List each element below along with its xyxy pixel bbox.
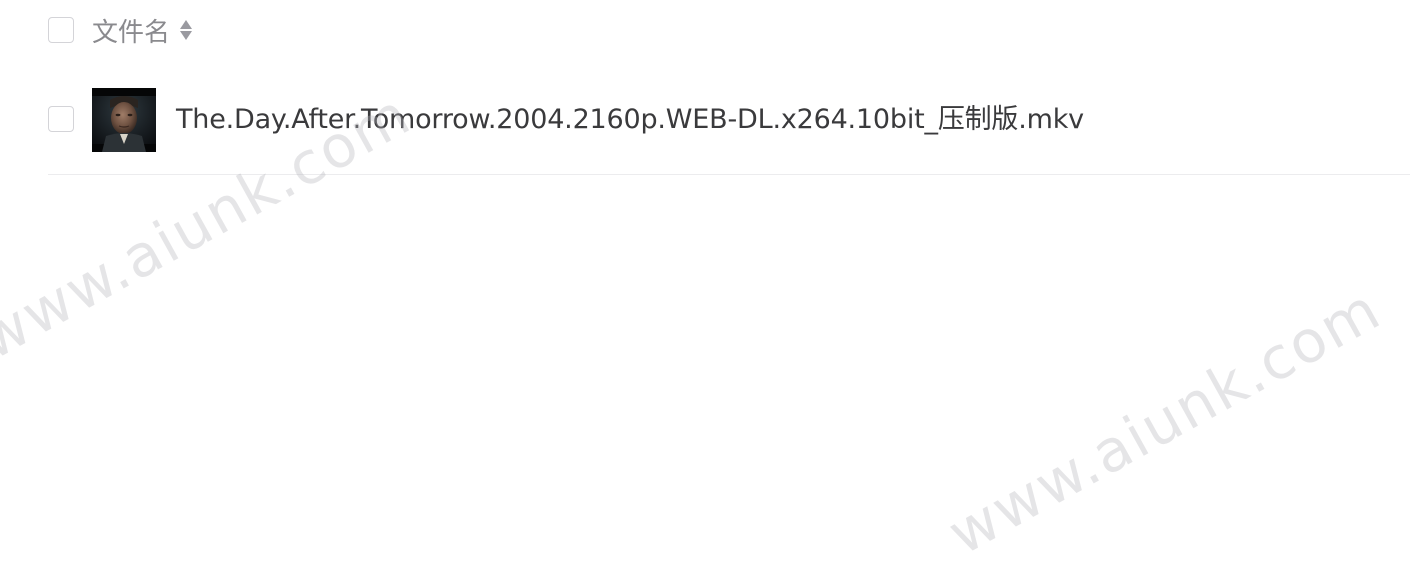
row-divider <box>48 174 1410 175</box>
filename-column-label: 文件名 <box>92 17 171 48</box>
file-list-page: 文件名 The.Day.After.Tomorrow.2004.2160p.WE… <box>0 0 1410 588</box>
sort-icon[interactable] <box>179 18 193 42</box>
sort-descending-icon <box>180 31 193 40</box>
file-name[interactable]: The.Day.After.Tomorrow.2004.2160p.WEB-DL… <box>176 100 1084 140</box>
video-thumbnail[interactable] <box>92 88 156 152</box>
file-select-checkbox[interactable] <box>48 106 74 132</box>
sort-ascending-icon <box>180 20 193 29</box>
video-thumbnail-image <box>92 88 156 152</box>
select-all-checkbox[interactable] <box>48 17 74 43</box>
watermark-text: www.aiunk.com <box>937 274 1393 568</box>
filename-column-header[interactable]: 文件名 <box>92 12 193 48</box>
